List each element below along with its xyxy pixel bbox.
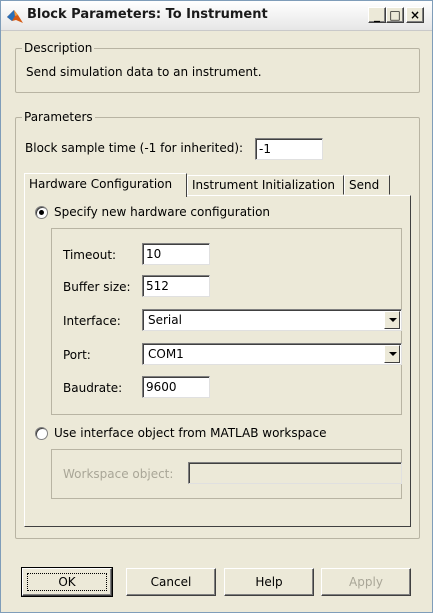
maximize-button[interactable]: □: [386, 7, 404, 23]
buffer-size-input[interactable]: 512: [142, 275, 210, 297]
interface-select[interactable]: Serial: [142, 309, 402, 331]
window-title: Block Parameters: To Instrument: [27, 7, 268, 22]
use-object-label: Use interface object from MATLAB workspa…: [54, 426, 327, 440]
specify-new-radio[interactable]: [35, 206, 48, 219]
tab-hardware-configuration[interactable]: Hardware Configuration: [24, 173, 187, 197]
caption-buttons: _ □ ×: [368, 7, 424, 23]
block-parameters-dialog: Block Parameters: To Instrument _ □ × De…: [0, 0, 433, 613]
specify-new-label: Specify new hardware configuration: [54, 205, 271, 219]
interface-label: Interface:: [63, 314, 121, 328]
ok-button[interactable]: OK: [21, 567, 113, 597]
buffer-size-label: Buffer size:: [63, 280, 131, 294]
sample-time-input[interactable]: -1: [255, 138, 323, 160]
close-icon: ×: [409, 8, 421, 22]
port-select[interactable]: COM1: [142, 343, 402, 365]
chevron-down-icon[interactable]: [384, 345, 400, 363]
tab-instrument-initialization[interactable]: Instrument Initialization: [187, 175, 344, 195]
use-object-radio[interactable]: [35, 427, 48, 440]
parameters-legend: Parameters: [22, 110, 95, 124]
description-legend: Description: [22, 41, 95, 55]
help-button[interactable]: Help: [224, 568, 314, 596]
focus-rectangle: [27, 573, 107, 591]
cancel-button[interactable]: Cancel: [126, 568, 216, 596]
description-group: Description Send simulation data to an i…: [15, 41, 420, 93]
interface-value: Serial: [148, 313, 182, 327]
chevron-down-icon[interactable]: [384, 311, 400, 329]
title-bar[interactable]: Block Parameters: To Instrument _ □ ×: [1, 1, 432, 31]
timeout-label: Timeout:: [63, 248, 117, 262]
timeout-input[interactable]: 10: [142, 243, 210, 265]
matlab-icon: [7, 10, 23, 23]
port-label: Port:: [63, 348, 91, 362]
close-button[interactable]: ×: [406, 7, 424, 23]
port-value: COM1: [148, 347, 184, 361]
apply-button[interactable]: Apply: [321, 568, 411, 596]
baudrate-label: Baudrate:: [63, 381, 123, 395]
minimize-icon: _: [374, 8, 380, 22]
baudrate-input[interactable]: 9600: [142, 376, 210, 398]
description-text: Send simulation data to an instrument.: [26, 65, 262, 79]
workspace-object-input[interactable]: [188, 462, 402, 484]
radio-selected-dot: [39, 210, 44, 215]
maximize-icon: □: [389, 8, 401, 22]
sample-time-label: Block sample time (-1 for inherited):: [25, 141, 244, 155]
minimize-button[interactable]: _: [368, 7, 386, 23]
tab-send[interactable]: Send: [344, 175, 390, 195]
workspace-object-label: Workspace object:: [63, 467, 174, 481]
